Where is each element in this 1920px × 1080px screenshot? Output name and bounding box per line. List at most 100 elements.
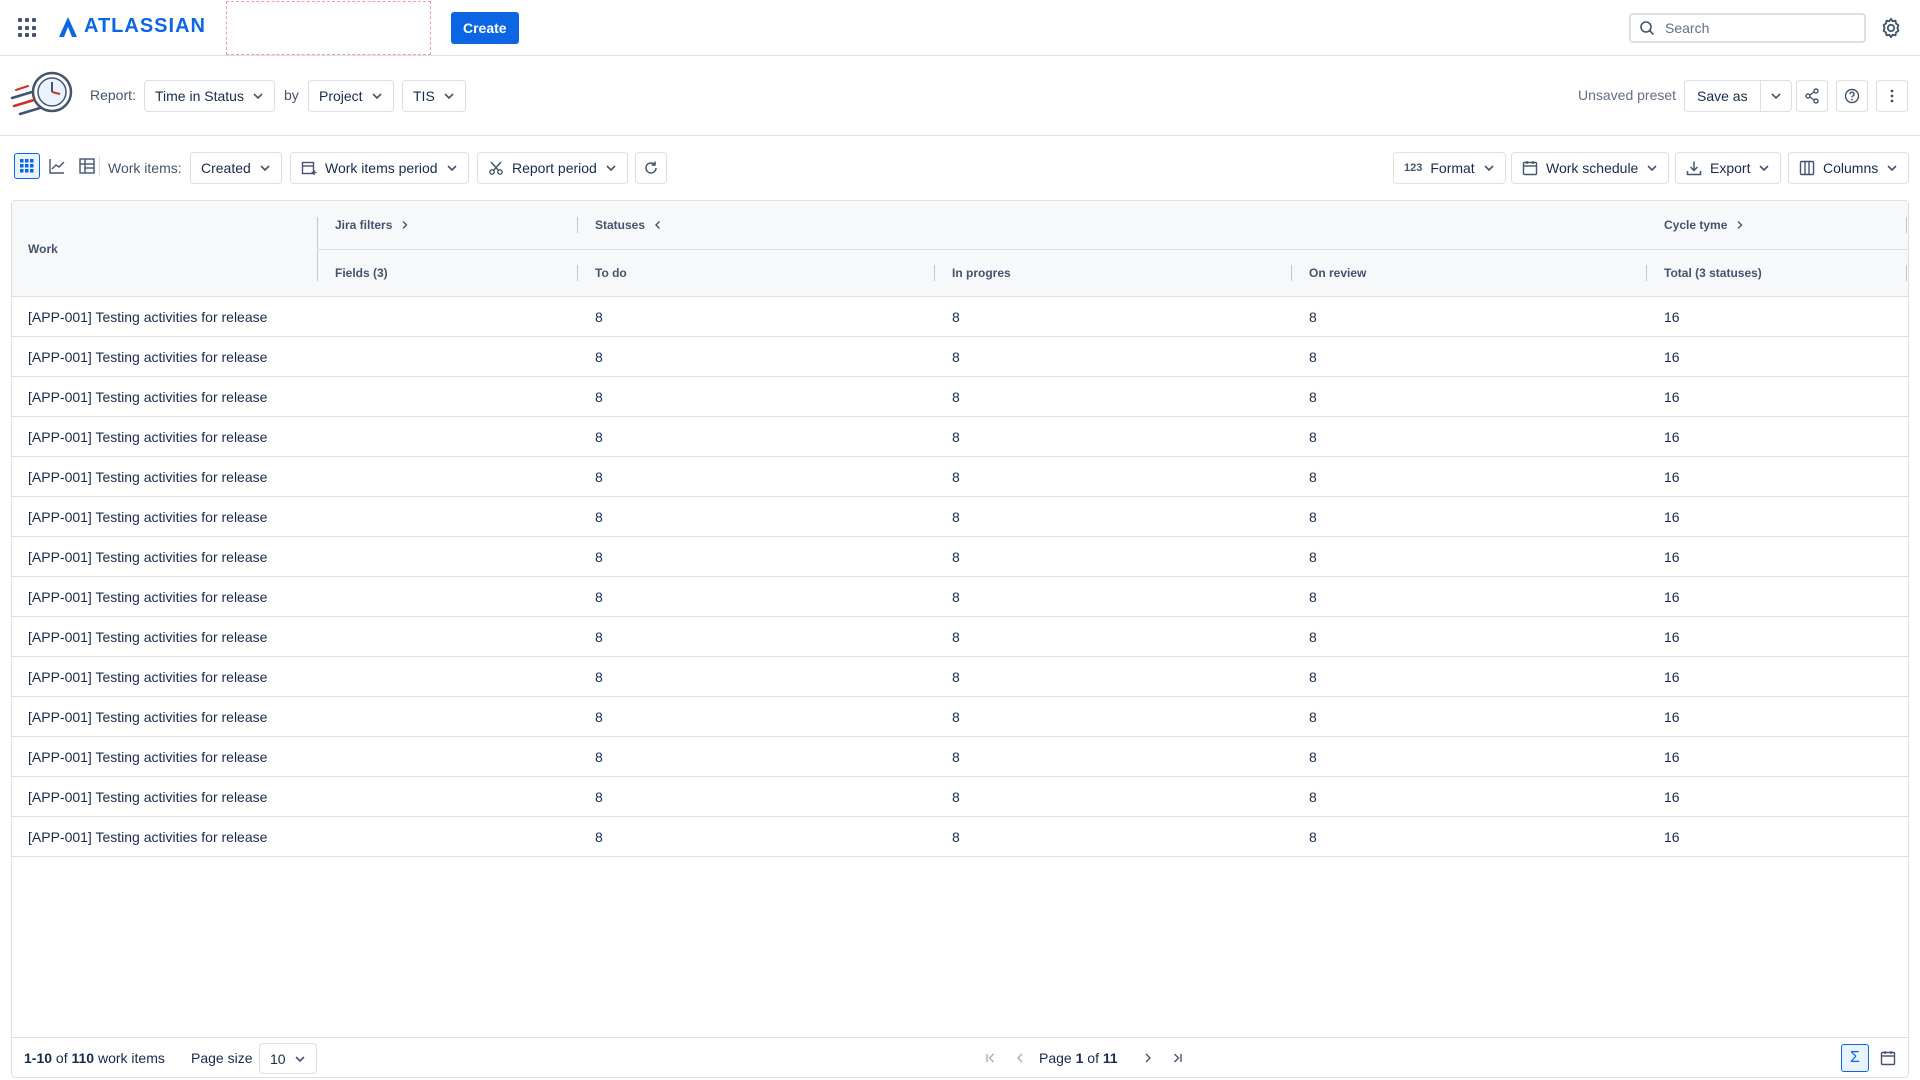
table-row[interactable]: [APP-001] Testing activities for release… xyxy=(12,697,1908,737)
cell-on-review: 8 xyxy=(1309,429,1317,445)
total-pages-value: 11 xyxy=(1102,1050,1118,1066)
items-label: work items xyxy=(97,1050,165,1066)
cell-work: [APP-001] Testing activities for release xyxy=(28,309,268,325)
cell-work: [APP-001] Testing activities for release xyxy=(28,549,268,565)
search-box[interactable] xyxy=(1629,13,1866,43)
search-input[interactable] xyxy=(1665,20,1845,36)
columns-dropdown[interactable]: Columns xyxy=(1788,152,1910,184)
column-header-on-review[interactable]: On review xyxy=(1309,266,1366,280)
table-row[interactable]: [APP-001] Testing activities for release… xyxy=(12,537,1908,577)
cell-total: 16 xyxy=(1664,549,1680,565)
group-by-value: Project xyxy=(319,88,363,104)
cell-on-review: 8 xyxy=(1309,549,1317,565)
next-page-button[interactable] xyxy=(1138,1048,1158,1068)
totals-toggle-button[interactable]: Σ xyxy=(1841,1044,1869,1072)
cell-work: [APP-001] Testing activities for release xyxy=(28,389,268,405)
cell-in-progress: 8 xyxy=(952,829,960,845)
group-by-dropdown[interactable]: Project xyxy=(308,80,394,112)
atlassian-logo[interactable]: ATLASSIAN xyxy=(58,15,206,38)
cell-total: 16 xyxy=(1664,509,1680,525)
app-switcher-icon[interactable] xyxy=(18,18,38,38)
save-as-button[interactable]: Save as xyxy=(1685,81,1761,111)
share-icon xyxy=(1805,88,1819,104)
share-button[interactable] xyxy=(1796,80,1828,112)
format-dropdown[interactable]: 123 Format xyxy=(1393,152,1506,184)
table-row[interactable]: [APP-001] Testing activities for release… xyxy=(12,617,1908,657)
cell-work: [APP-001] Testing activities for release xyxy=(28,789,268,805)
page-size-dropdown[interactable]: 10 xyxy=(259,1043,317,1074)
cell-on-review: 8 xyxy=(1309,389,1317,405)
nav-placeholder xyxy=(226,1,431,55)
chevron-down-icon xyxy=(253,93,263,100)
table-row[interactable]: [APP-001] Testing activities for release… xyxy=(12,817,1908,857)
table-row[interactable]: [APP-001] Testing activities for release… xyxy=(12,577,1908,617)
chevron-down-icon xyxy=(295,1055,305,1062)
previous-page-button[interactable] xyxy=(1010,1048,1030,1068)
cell-todo: 8 xyxy=(595,589,603,605)
table-row[interactable]: [APP-001] Testing activities for release… xyxy=(12,417,1908,457)
table-row[interactable]: [APP-001] Testing activities for release… xyxy=(12,297,1908,337)
table-row[interactable]: [APP-001] Testing activities for release… xyxy=(12,737,1908,777)
chevron-down-icon xyxy=(446,165,457,172)
export-label: Export xyxy=(1710,160,1751,176)
export-dropdown[interactable]: Export xyxy=(1675,152,1782,184)
column-divider xyxy=(1906,217,1907,233)
more-actions-button[interactable] xyxy=(1876,80,1908,112)
cell-in-progress: 8 xyxy=(952,749,960,765)
cell-work: [APP-001] Testing activities for release xyxy=(28,829,268,845)
cell-todo: 8 xyxy=(595,549,603,565)
refresh-button[interactable] xyxy=(635,152,667,184)
refresh-icon xyxy=(645,161,657,174)
column-header-work[interactable]: Work xyxy=(28,242,58,256)
page-of-label: of xyxy=(1087,1050,1099,1066)
grid-view-icon xyxy=(20,159,34,173)
cell-in-progress: 8 xyxy=(952,629,960,645)
column-header-total[interactable]: Total (3 statuses) xyxy=(1664,266,1762,280)
table-row[interactable]: [APP-001] Testing activities for release… xyxy=(12,497,1908,537)
grid-view-button[interactable] xyxy=(14,153,40,179)
report-type-dropdown[interactable]: Time in Status xyxy=(144,80,275,112)
settings-gear-icon[interactable] xyxy=(1880,17,1902,39)
last-page-button[interactable] xyxy=(1167,1048,1187,1068)
pagination-summary: 1-10 of 110 work items xyxy=(24,1050,165,1066)
group-header-jira-filters[interactable]: Jira filters xyxy=(335,217,410,233)
table-row[interactable]: [APP-001] Testing activities for release… xyxy=(12,657,1908,697)
column-header-fields[interactable]: Fields (3) xyxy=(335,266,388,280)
cell-todo: 8 xyxy=(595,749,603,765)
time-in-status-logo-icon xyxy=(10,71,73,116)
table-row[interactable]: [APP-001] Testing activities for release… xyxy=(12,377,1908,417)
cell-work: [APP-001] Testing activities for release xyxy=(28,509,268,525)
create-button[interactable]: Create xyxy=(451,12,519,44)
report-period-dropdown[interactable]: Report period xyxy=(477,152,628,184)
cell-todo: 8 xyxy=(595,709,603,725)
column-divider xyxy=(1906,265,1907,281)
chart-view-button[interactable] xyxy=(44,153,70,179)
first-page-button[interactable] xyxy=(981,1048,1001,1068)
group-header-statuses[interactable]: Statuses xyxy=(595,217,663,233)
save-as-dropdown[interactable] xyxy=(1761,81,1791,111)
table-row[interactable]: [APP-001] Testing activities for release… xyxy=(12,777,1908,817)
help-button[interactable] xyxy=(1836,80,1868,112)
cell-in-progress: 8 xyxy=(952,669,960,685)
table-row[interactable]: [APP-001] Testing activities for release… xyxy=(12,457,1908,497)
work-schedule-dropdown[interactable]: Work schedule xyxy=(1511,152,1670,184)
cell-total: 16 xyxy=(1664,589,1680,605)
column-header-in-progress[interactable]: In progres xyxy=(952,266,1011,280)
cell-todo: 8 xyxy=(595,789,603,805)
table-row[interactable]: [APP-001] Testing activities for release… xyxy=(12,337,1908,377)
page-label: Page xyxy=(1039,1050,1072,1066)
calendar-toggle-button[interactable] xyxy=(1874,1044,1902,1072)
group-header-cycle-time[interactable]: Cycle tyme xyxy=(1664,217,1745,233)
chevron-left-icon xyxy=(655,221,661,229)
cell-on-review: 8 xyxy=(1309,669,1317,685)
cell-in-progress: 8 xyxy=(952,309,960,325)
project-dropdown[interactable]: TIS xyxy=(402,80,466,112)
chevron-down-icon xyxy=(1759,165,1770,172)
created-dropdown[interactable]: Created xyxy=(190,152,282,184)
cell-work: [APP-001] Testing activities for release xyxy=(28,709,268,725)
column-header-todo[interactable]: To do xyxy=(595,266,627,280)
cell-total: 16 xyxy=(1664,669,1680,685)
work-items-period-dropdown[interactable]: Work items period xyxy=(290,152,469,184)
pivot-view-button[interactable] xyxy=(74,153,100,179)
project-value: TIS xyxy=(413,88,435,104)
